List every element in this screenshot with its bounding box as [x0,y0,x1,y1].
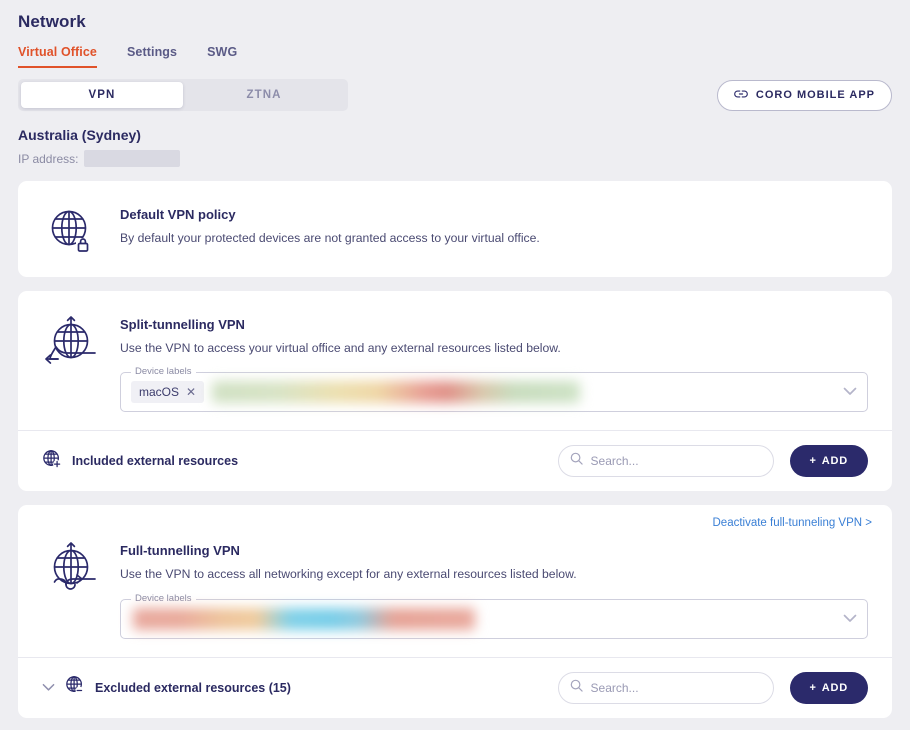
full-tunnelling-title: Full-tunnelling VPN [120,543,240,559]
redacted-device-labels [212,381,581,404]
tab-virtual-office[interactable]: Virtual Office [18,45,97,68]
close-icon[interactable]: ✕ [186,386,196,398]
default-vpn-policy-title: Default VPN policy [120,207,236,222]
full-tunnelling-description: Use the VPN to access all networking exc… [120,567,577,582]
excluded-resources-search-input[interactable] [590,680,773,695]
tab-settings[interactable]: Settings [127,45,177,68]
included-external-resources-label: Included external resources [72,454,239,469]
full-device-labels-field[interactable]: Device labels [120,592,868,639]
add-included-resource-label: ADD [821,455,848,468]
search-icon [570,452,583,470]
globe-full-tunnel-icon [42,539,100,599]
excluded-external-resources-label: Excluded external resources (15) [95,680,291,695]
link-icon [734,89,748,102]
location-name: Australia (Sydney) [18,127,141,143]
expand-excluded-resources-toggle[interactable] [42,683,55,692]
search-icon [570,679,583,697]
ip-address-value-redacted [84,150,181,167]
redacted-device-labels [133,607,475,630]
full-device-labels-legend: Device labels [131,592,196,604]
device-label-chip[interactable]: macOS ✕ [131,381,205,404]
chevron-down-icon[interactable] [843,610,857,628]
included-resources-search[interactable] [557,445,774,478]
ip-address-label: IP address: [18,151,79,166]
segment-ztna[interactable]: ZTNA [183,82,345,108]
globe-plus-icon [42,449,62,474]
globe-minus-icon [65,675,85,700]
full-tunnelling-card: Deactivate full-tunneling VPN > Full-tun… [18,505,892,718]
location-block: Australia (Sydney) IP address: [0,111,910,167]
included-resources-search-input[interactable] [590,454,773,469]
tab-swg[interactable]: SWG [207,45,237,68]
split-device-labels-legend: Device labels [131,366,196,378]
deactivate-full-tunneling-link[interactable]: Deactivate full-tunneling VPN > [713,517,873,529]
add-included-resource-button[interactable]: + ADD [789,445,868,478]
ip-address-row: IP address: [18,150,892,167]
coro-mobile-app-label: CORO MOBILE APP [755,89,875,101]
page-header: Network [0,0,910,32]
primary-tabs: Virtual Office Settings SWG [18,45,910,68]
split-tunnelling-description: Use the VPN to access your virtual offic… [120,341,561,355]
plus-icon: + [809,455,817,468]
chevron-down-icon[interactable] [843,383,857,401]
split-device-labels-field[interactable]: Device labels macOS ✕ [120,366,868,413]
split-tunnelling-title: Split-tunnelling VPN [120,317,245,332]
vpn-ztna-segmented-control: VPN ZTNA [18,79,348,111]
excluded-resources-search[interactable] [557,671,774,704]
add-excluded-resource-button[interactable]: + ADD [789,671,868,704]
page-title: Network [18,12,86,31]
plus-icon: + [809,681,817,694]
globe-split-tunnel-icon [42,313,100,373]
subheader-row: VPN ZTNA CORO MOBILE APP [0,68,910,111]
segment-vpn[interactable]: VPN [21,82,183,108]
excluded-external-resources-row: Excluded external resources (15) + ADD [18,658,892,718]
split-tunnelling-card: Split-tunnelling VPN Use the VPN to acce… [18,291,892,492]
default-vpn-policy-description: By default your protected devices are no… [120,231,540,245]
add-excluded-resource-label: ADD [821,681,848,694]
globe-lock-icon [42,203,100,255]
default-vpn-policy-card: Default VPN policy By default your prote… [18,181,892,277]
included-external-resources-row: Included external resources + ADD [18,431,892,491]
device-label-chip-text: macOS [139,385,180,400]
coro-mobile-app-button[interactable]: CORO MOBILE APP [716,79,892,111]
